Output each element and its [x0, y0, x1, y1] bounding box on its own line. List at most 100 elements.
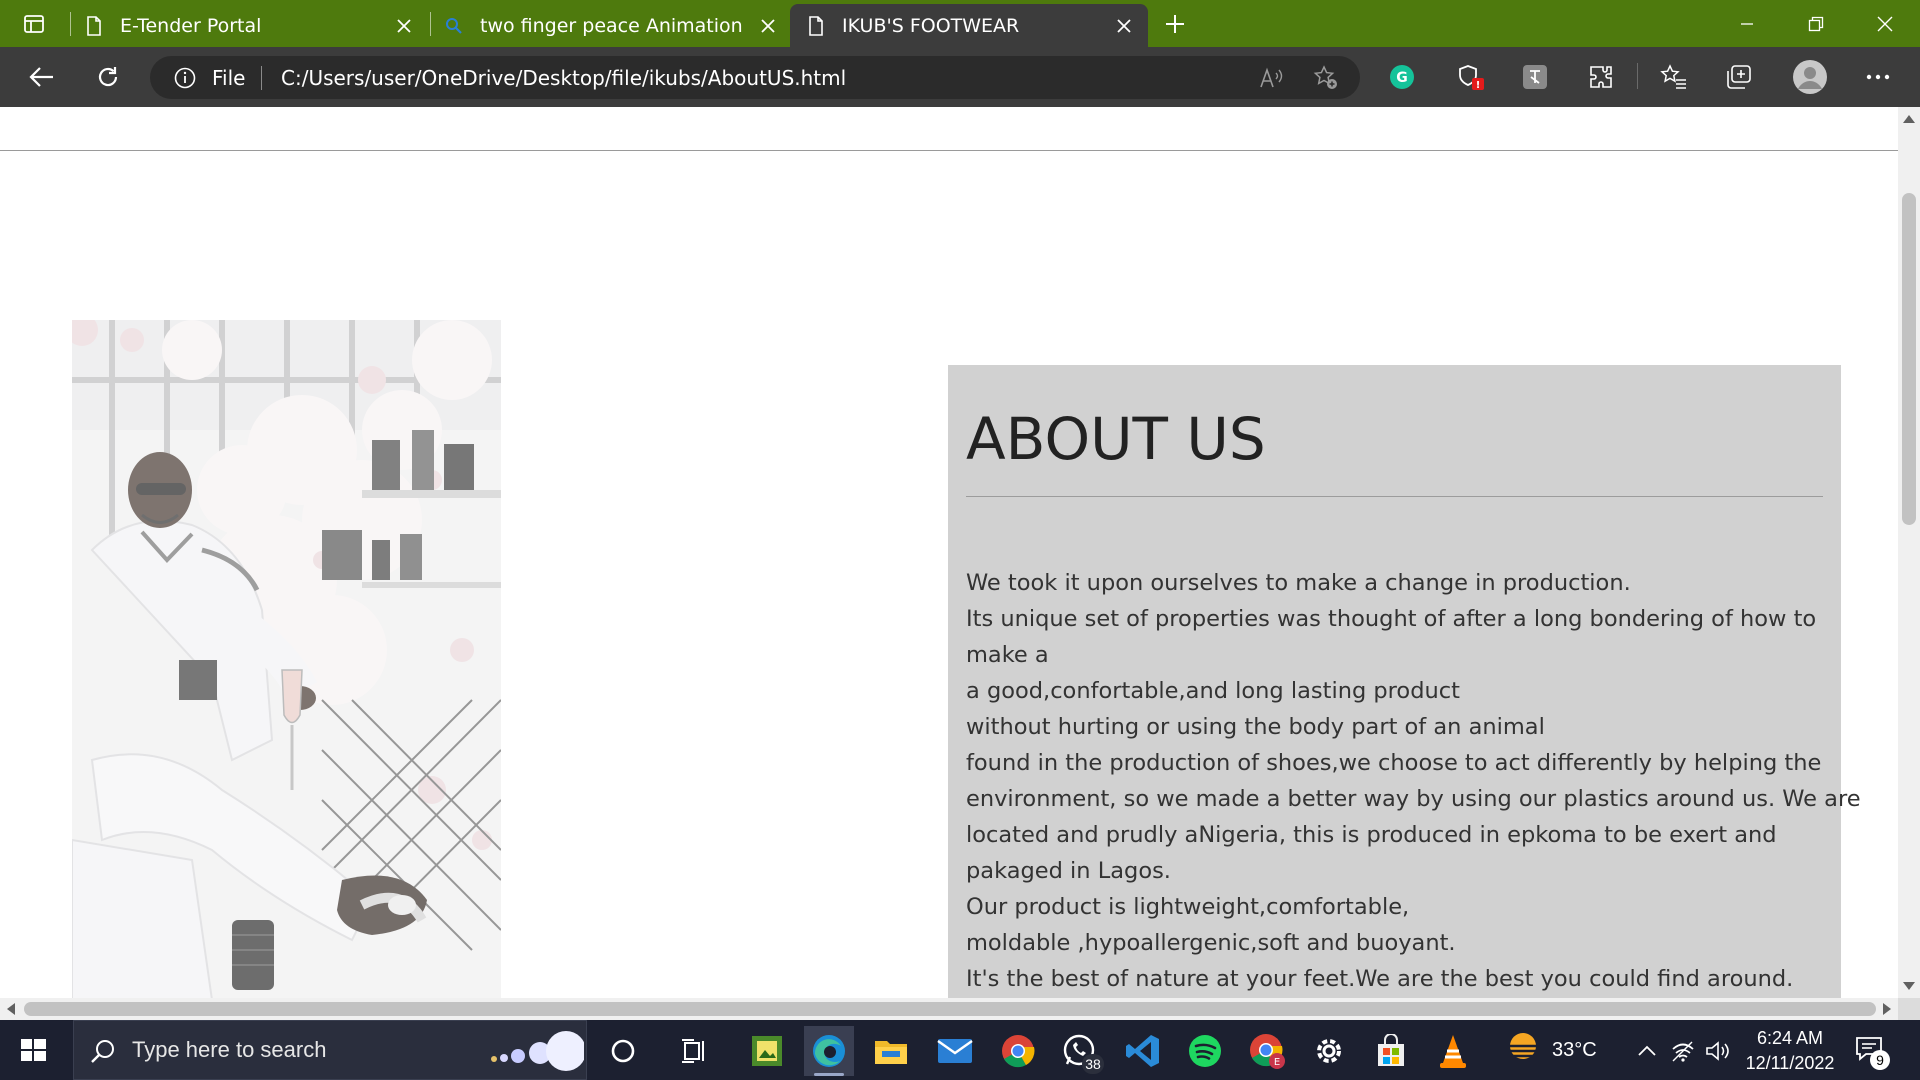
scroll-up-arrow-icon[interactable]: [1903, 115, 1915, 123]
read-aloud-icon[interactable]: [1258, 65, 1284, 91]
about-line: without hurting or using the body part o…: [966, 714, 1545, 740]
about-us-panel: ABOUT US We took it upon ourselves to ma…: [948, 365, 1861, 998]
tab-label: two finger peace Animation - Bin: [480, 14, 742, 37]
svg-text:!: !: [1476, 80, 1481, 91]
back-button[interactable]: [24, 59, 60, 95]
toolbar-divider: [1637, 63, 1638, 89]
clock-time: 6:24 AM: [1756, 1028, 1824, 1048]
weather-widget[interactable]: 33°C: [1504, 1030, 1614, 1070]
browser-toolbar: File C:/Users/user/OneDrive/Desktop/file…: [0, 47, 1920, 107]
tab-two-finger-peace[interactable]: two finger peace Animation - Bin: [444, 4, 788, 47]
about-line: It's the best of nature at your feet.We …: [966, 966, 1794, 992]
tab-actions-icon[interactable]: [16, 10, 52, 38]
weather-temperature: 33°C: [1552, 1038, 1597, 1061]
scroll-left-arrow-icon[interactable]: [7, 1003, 15, 1015]
horizontal-scrollbar[interactable]: [0, 998, 1898, 1020]
close-icon[interactable]: [390, 12, 418, 40]
page-icon: [84, 15, 104, 37]
spotify-icon[interactable]: [1180, 1026, 1230, 1076]
svg-text:E: E: [1274, 1057, 1280, 1068]
tab-ikubs-footwear[interactable]: IKUB'S FOOTWEAR: [790, 4, 1148, 47]
mail-icon[interactable]: [930, 1026, 980, 1076]
microsoft-store-icon[interactable]: [1366, 1026, 1416, 1076]
chrome-profile-icon[interactable]: E: [1242, 1026, 1292, 1076]
address-divider: [261, 66, 262, 90]
chrome-icon[interactable]: [993, 1026, 1043, 1076]
about-line: environment, so we made a better way by …: [966, 786, 1861, 812]
search-icon: [90, 1038, 116, 1064]
collections-icon[interactable]: [1721, 59, 1757, 95]
cortana-icon[interactable]: [598, 1026, 648, 1076]
about-line: We took it upon ourselves to make a chan…: [966, 570, 1631, 596]
close-window-button[interactable]: [1862, 8, 1908, 40]
minimize-button[interactable]: [1724, 8, 1770, 40]
scrollbar-corner: [1898, 998, 1920, 1020]
man-in-white-outfit-photo: [72, 320, 501, 998]
taskbar-search-box[interactable]: Type here to search: [73, 1020, 587, 1080]
about-line: Our product is lightweight,comfortable,: [966, 894, 1410, 920]
task-view-icon[interactable]: [670, 1026, 720, 1076]
scroll-down-arrow-icon[interactable]: [1903, 982, 1915, 990]
page-icon: [806, 15, 826, 37]
heading-divider: [966, 496, 1823, 497]
tab-separator: [70, 12, 71, 36]
file-explorer-icon[interactable]: [866, 1026, 916, 1076]
url-text[interactable]: C:/Users/user/OneDrive/Desktop/file/ikub…: [281, 66, 846, 90]
profile-avatar[interactable]: [1790, 57, 1830, 97]
scroll-right-arrow-icon[interactable]: [1883, 1003, 1891, 1015]
vlc-icon[interactable]: [1428, 1026, 1478, 1076]
image-app-icon[interactable]: [742, 1026, 792, 1076]
close-icon[interactable]: [1110, 12, 1138, 40]
favorites-icon[interactable]: [1656, 59, 1692, 95]
info-icon[interactable]: [174, 67, 196, 89]
system-clock[interactable]: 6:24 AM 12/11/2022: [1738, 1026, 1842, 1076]
more-menu-icon[interactable]: [1860, 59, 1896, 95]
close-icon[interactable]: [754, 12, 782, 40]
network-icon[interactable]: [1668, 1036, 1698, 1066]
tab-separator: [430, 12, 431, 36]
vscode-icon[interactable]: [1118, 1026, 1168, 1076]
sun-haze-icon: [1504, 1030, 1542, 1070]
whatsapp-icon[interactable]: 38: [1054, 1026, 1104, 1076]
extensions-icon[interactable]: [1583, 59, 1619, 95]
settings-gear-icon[interactable]: [1304, 1026, 1354, 1076]
clock-date: 12/11/2022: [1745, 1053, 1835, 1073]
notification-center-icon[interactable]: 9: [1854, 1034, 1890, 1070]
tab-label: E-Tender Portal: [120, 14, 262, 37]
tab-label: IKUB'S FOOTWEAR: [842, 14, 1020, 37]
about-line: moldable ,hypoallergenic,soft and buoyan…: [966, 930, 1456, 956]
vertical-scroll-thumb[interactable]: [1902, 193, 1916, 525]
about-line: a good,confortable,and long lasting prod…: [966, 678, 1460, 704]
page-viewport: ABOUT US We took it upon ourselves to ma…: [0, 107, 1898, 998]
translate-extension-icon[interactable]: [1517, 59, 1553, 95]
grammarly-extension-icon[interactable]: G: [1384, 59, 1420, 95]
svg-text:G: G: [1396, 70, 1408, 86]
header-divider: [0, 150, 1898, 151]
about-line: located and prudly aNigeria, this is pro…: [966, 822, 1777, 848]
address-bar[interactable]: File C:/Users/user/OneDrive/Desktop/file…: [150, 56, 1360, 99]
navigation-bar-cut-off: [860, 107, 1180, 115]
add-favorite-icon[interactable]: [1313, 65, 1339, 91]
url-scheme: File: [212, 66, 246, 90]
about-line: make a: [966, 642, 1049, 668]
search-highlight-icon[interactable]: [474, 1029, 586, 1075]
notification-count-badge: 9: [1870, 1050, 1890, 1070]
refresh-button[interactable]: [90, 59, 126, 95]
tab-e-tender[interactable]: E-Tender Portal: [84, 4, 424, 47]
search-icon: [444, 15, 464, 37]
horizontal-scroll-thumb[interactable]: [24, 1002, 1876, 1016]
chevron-up-icon[interactable]: [1632, 1036, 1662, 1066]
about-us-heading: ABOUT US: [966, 405, 1266, 473]
new-tab-button[interactable]: [1160, 9, 1190, 39]
search-placeholder: Type here to search: [132, 1037, 327, 1062]
volume-icon[interactable]: [1702, 1036, 1732, 1066]
shield-extension-icon[interactable]: !: [1453, 59, 1489, 95]
windows-start-icon[interactable]: [16, 1033, 50, 1067]
edge-browser-icon[interactable]: [804, 1026, 854, 1076]
restore-button[interactable]: [1793, 8, 1839, 40]
vertical-scrollbar[interactable]: [1898, 107, 1920, 998]
about-line: found in the production of shoes,we choo…: [966, 750, 1822, 776]
windows-taskbar: Type here to search 38 E 33°C 6:24 AM 12…: [0, 1020, 1920, 1080]
about-line: Its unique set of properties was thought…: [966, 606, 1817, 632]
whatsapp-unread-badge: 38: [1082, 1054, 1104, 1074]
